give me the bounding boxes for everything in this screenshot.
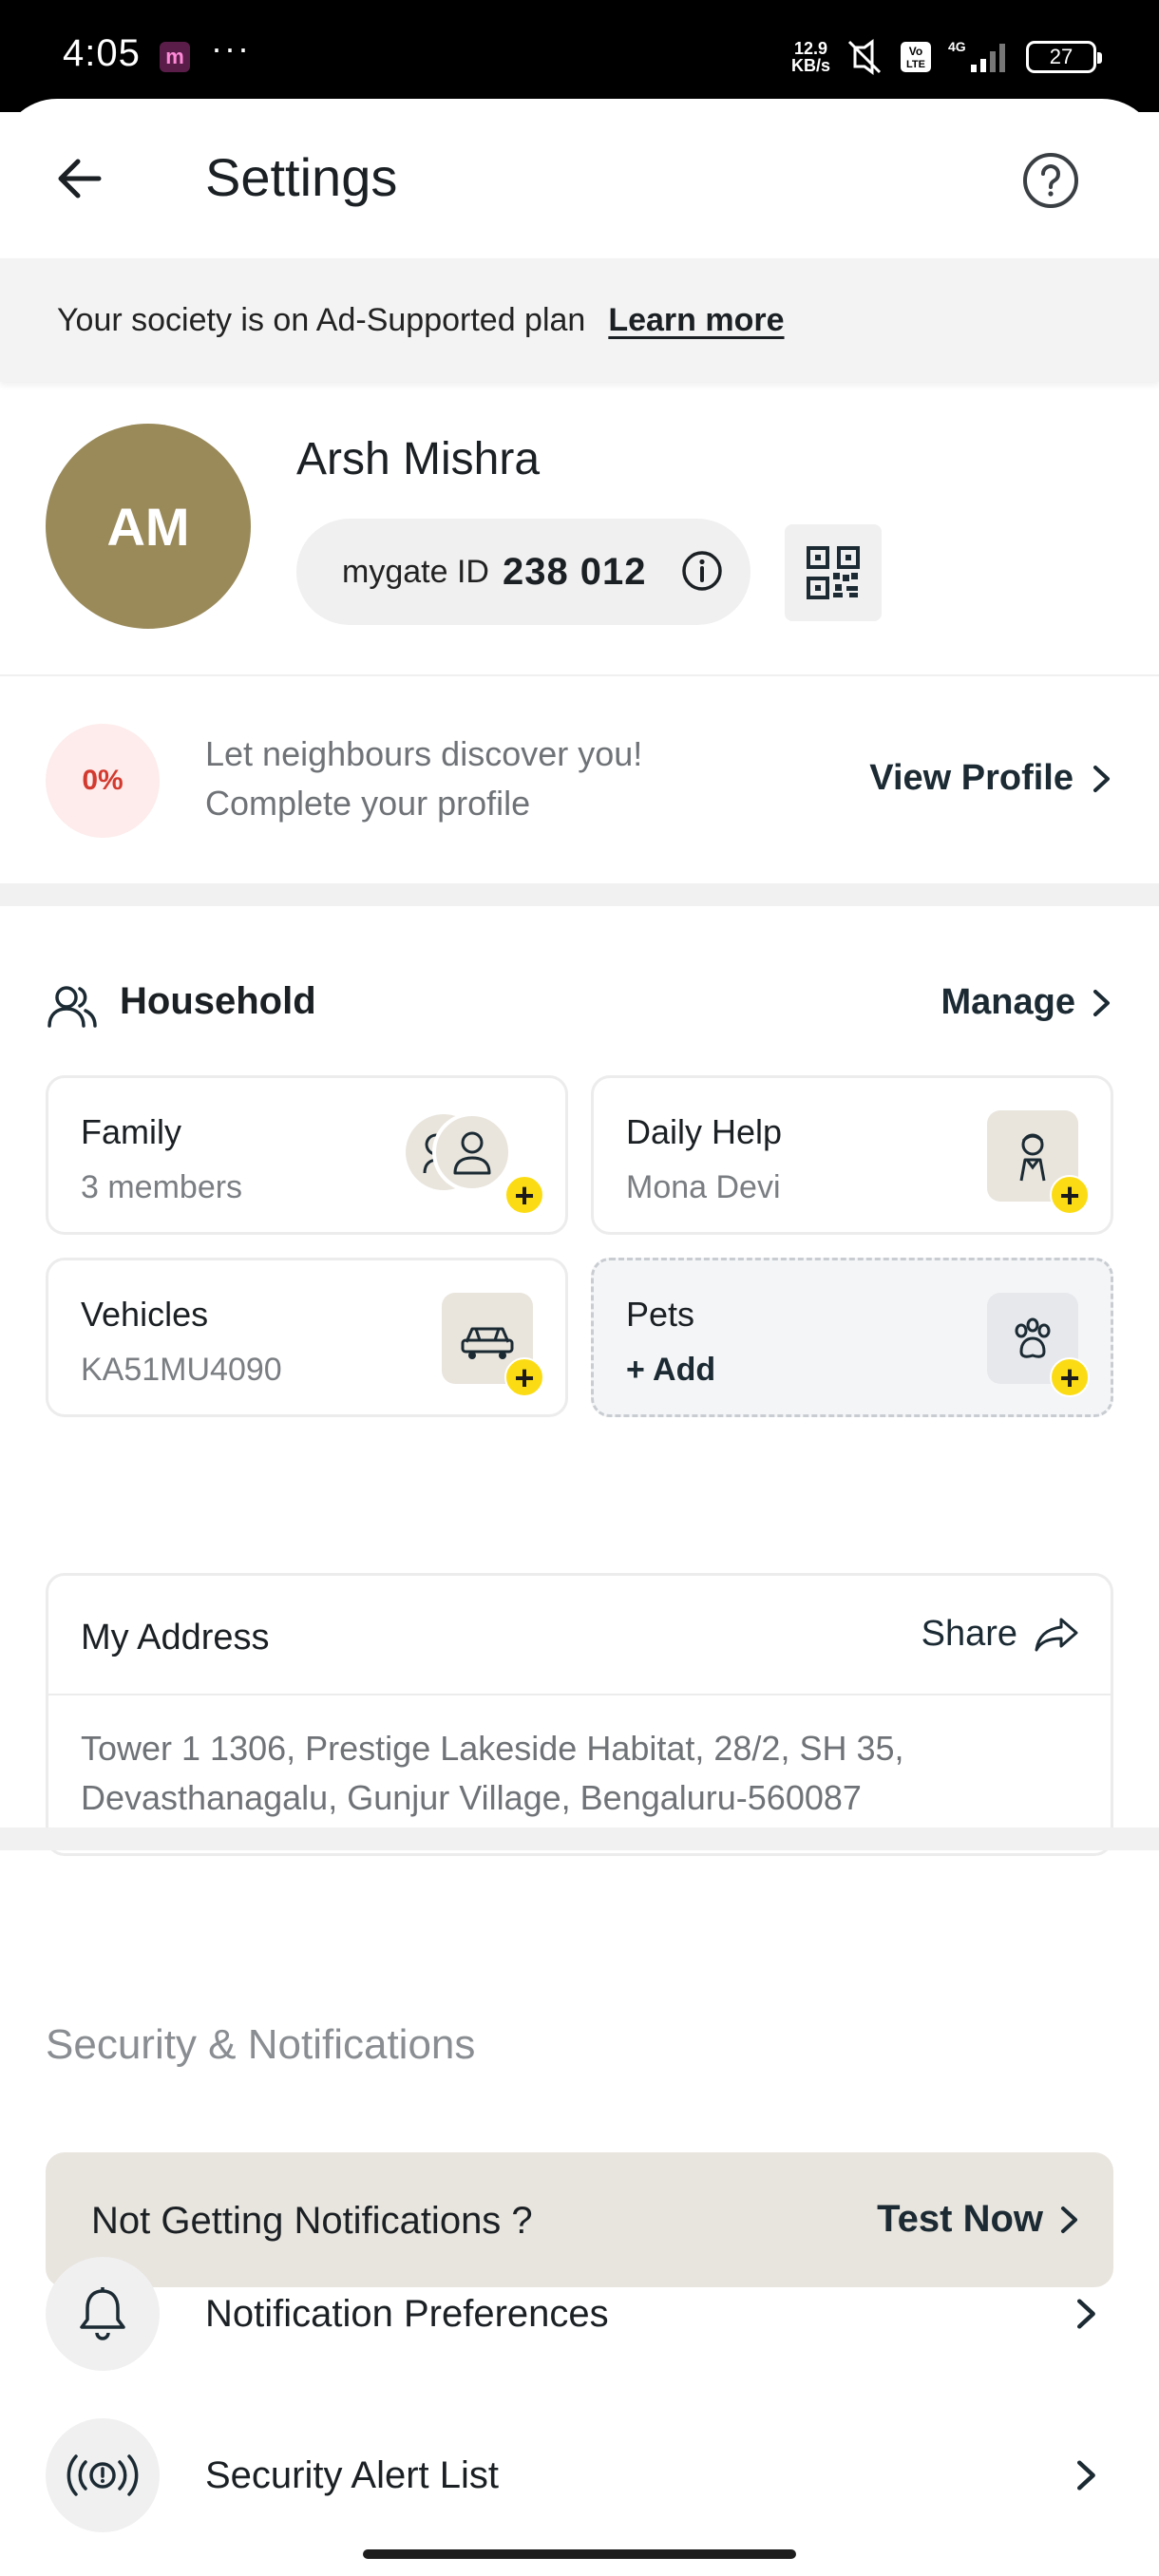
settings-sheet: Settings Your society is on Ad-Supported…: [0, 99, 1159, 2576]
family-title: Family: [81, 1112, 181, 1151]
qr-code-icon: [807, 546, 860, 599]
avatar[interactable]: AM: [46, 424, 251, 629]
add-pet-badge[interactable]: +: [1050, 1357, 1090, 1397]
mygate-app-icon: m: [160, 42, 190, 72]
more-notifications-icon: ···: [211, 28, 251, 67]
share-address-button[interactable]: Share: [922, 1614, 1078, 1655]
add-vehicle-badge[interactable]: +: [504, 1357, 544, 1397]
back-button[interactable]: [49, 148, 110, 209]
vehicles-title: Vehicles: [81, 1295, 209, 1334]
alarm-icon: [46, 2418, 160, 2532]
notification-preferences-row[interactable]: Notification Preferences: [46, 2257, 1113, 2371]
manage-label: Manage: [940, 982, 1075, 1022]
plan-banner: Your society is on Ad-Supported plan Lea…: [0, 258, 1159, 382]
mute-vibrate-icon: [844, 38, 885, 76]
svg-text:4G: 4G: [948, 39, 966, 54]
status-bar: 4:05 m ··· 12.9 KB/s Vo LTE 4G 27: [0, 0, 1159, 112]
security-alert-list-label: Security Alert List: [205, 2454, 500, 2496]
mygate-id-value: 238 012: [502, 550, 647, 593]
chevron-right-icon: [1093, 989, 1110, 1016]
add-family-badge[interactable]: +: [504, 1175, 544, 1215]
view-profile-label: View Profile: [869, 758, 1074, 798]
profile-name: Arsh Mishra: [296, 434, 541, 484]
plan-text: Your society is on Ad-Supported plan: [57, 301, 586, 338]
section-divider: [0, 1828, 1159, 1850]
add-pet-button[interactable]: + Add: [626, 1352, 715, 1389]
security-alert-list-row[interactable]: Security Alert List: [46, 2418, 1113, 2532]
page-title: Settings: [205, 147, 398, 207]
pets-title: Pets: [626, 1295, 695, 1334]
address-card: My Address Share Tower 1 1306, Prestige …: [46, 1573, 1113, 1856]
vehicles-card[interactable]: Vehicles KA51MU4090 +: [46, 1258, 568, 1417]
manage-household-button[interactable]: Manage: [941, 982, 1113, 1023]
app-bar: Settings: [0, 99, 1159, 258]
discover-line2: Complete your profile: [205, 784, 531, 823]
bell-icon: [46, 2257, 160, 2371]
net-speed: 12.9 KB/s: [791, 40, 830, 74]
home-indicator[interactable]: [363, 2549, 796, 2559]
family-sub: 3 members: [81, 1169, 243, 1205]
address-divider: [48, 1694, 1111, 1695]
address-title: My Address: [81, 1618, 270, 1657]
battery-icon: 27: [1026, 41, 1102, 73]
family-card[interactable]: Family 3 members +: [46, 1075, 568, 1235]
svg-text:LTE: LTE: [906, 59, 925, 70]
mygate-id-pill[interactable]: mygate ID 238 012: [296, 519, 750, 625]
section-divider: [0, 883, 1159, 906]
add-daily-help-badge[interactable]: +: [1050, 1175, 1090, 1215]
share-arrow-icon: [1035, 1618, 1078, 1651]
status-indicators: 12.9 KB/s Vo LTE 4G 27: [791, 32, 1102, 82]
status-time: 4:05: [63, 32, 141, 74]
view-profile-button[interactable]: View Profile: [869, 758, 1113, 799]
chevron-right-icon: [1077, 2460, 1095, 2491]
signal-4g-icon: 4G: [946, 38, 1013, 76]
daily-help-sub: Mona Devi: [626, 1169, 781, 1205]
divider: [0, 674, 1159, 676]
qr-code-button[interactable]: [785, 524, 882, 621]
notification-preferences-label: Notification Preferences: [205, 2293, 609, 2335]
chevron-right-icon: [1093, 765, 1110, 792]
household-people-icon: [48, 986, 97, 1028]
test-now-label: Test Now: [877, 2198, 1043, 2240]
address-text: Tower 1 1306, Prestige Lakeside Habitat,…: [81, 1729, 904, 1817]
net-speed-unit: KB/s: [790, 56, 830, 75]
volte-icon: Vo LTE: [899, 40, 933, 74]
daily-help-title: Daily Help: [626, 1112, 783, 1151]
discover-text: Let neighbours discover you! Complete yo…: [205, 729, 642, 828]
learn-more-link[interactable]: Learn more: [608, 302, 784, 339]
notification-banner-text: Not Getting Notifications ?: [91, 2200, 533, 2242]
test-now-button[interactable]: Test Now: [877, 2198, 1081, 2241]
share-label: Share: [921, 1614, 1017, 1654]
security-heading: Security & Notifications: [46, 2021, 476, 2068]
arrow-left-icon: [58, 159, 102, 199]
mygate-id-label: mygate ID: [342, 553, 489, 590]
help-button[interactable]: [1020, 150, 1081, 211]
net-speed-value: 12.9: [793, 39, 828, 58]
discover-line1: Let neighbours discover you!: [205, 734, 643, 773]
info-icon[interactable]: [680, 549, 724, 593]
svg-text:Vo: Vo: [909, 45, 922, 58]
household-title: Household: [120, 980, 316, 1022]
pets-card[interactable]: Pets + Add +: [591, 1258, 1113, 1417]
vehicles-sub: KA51MU4090: [81, 1352, 282, 1388]
chevron-right-icon: [1077, 2299, 1095, 2329]
battery-level: 27: [1049, 45, 1074, 68]
chevron-right-icon: [1061, 2206, 1077, 2233]
profile-completion-badge: 0%: [46, 724, 160, 838]
question-circle-icon: [1023, 153, 1078, 208]
daily-help-card[interactable]: Daily Help Mona Devi +: [591, 1075, 1113, 1235]
